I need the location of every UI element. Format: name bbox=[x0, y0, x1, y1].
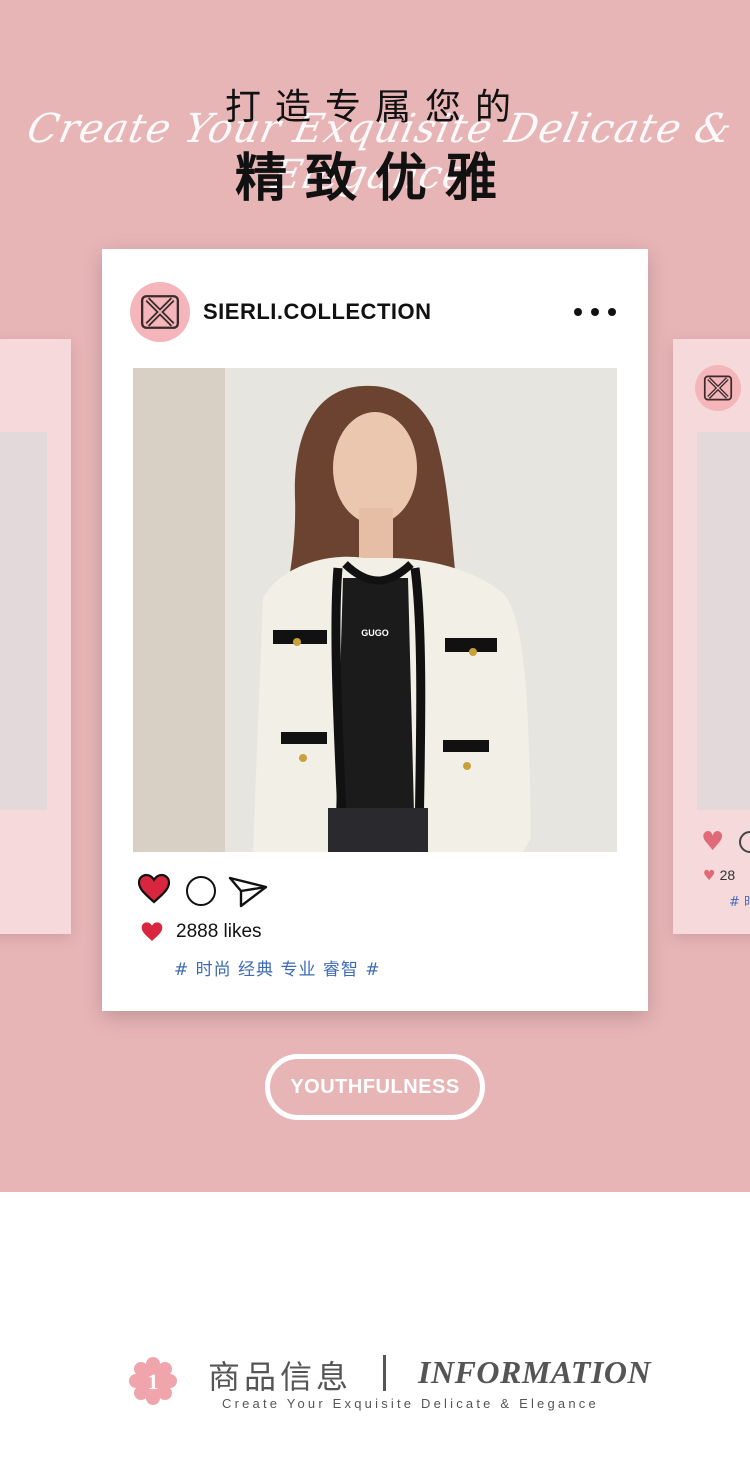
youthfulness-label: YOUTHFULNESS bbox=[290, 1075, 460, 1098]
info-title-en: INFORMATION bbox=[418, 1354, 652, 1390]
side-post-card-right[interactable]: ♥ ♥28 # 时 bbox=[673, 339, 750, 934]
hero-title-line2: 精致优雅 bbox=[234, 149, 515, 209]
likes-heart-icon bbox=[141, 922, 163, 941]
youthfulness-button[interactable]: YOUTHFULNESS bbox=[265, 1054, 485, 1120]
info-section-header: 1 商品信息 INFORMATION Create Your Exquisite… bbox=[0, 1340, 750, 1420]
info-divider bbox=[383, 1355, 386, 1391]
heart-icon[interactable] bbox=[137, 873, 171, 905]
hero-section: 打造专属您的 Create Your Exquisite Delicate & … bbox=[0, 0, 750, 1192]
heart-icon[interactable]: ♥ bbox=[701, 827, 724, 857]
info-title-cn: 商品信息 bbox=[208, 1358, 353, 1396]
info-subtitle: Create Your Exquisite Delicate & Eleganc… bbox=[222, 1396, 599, 1411]
side-post-likes: ♥ 28 bbox=[703, 867, 736, 884]
side-post-card-left[interactable] bbox=[0, 339, 71, 934]
comment-icon[interactable] bbox=[739, 831, 750, 853]
send-icon[interactable] bbox=[228, 875, 268, 909]
more-horizontal-icon[interactable] bbox=[574, 301, 616, 323]
post-photo: GUGO bbox=[133, 368, 617, 852]
photo-print-text: GUGO bbox=[361, 628, 389, 638]
post-card: SIERLI.COLLECTION GUGO 2888 likes # 时尚 经… bbox=[102, 249, 648, 1011]
likes-count[interactable]: 2888 likes bbox=[176, 921, 262, 943]
post-hashtags[interactable]: # 时尚 经典 专业 睿智 # bbox=[174, 955, 381, 980]
comment-icon[interactable] bbox=[186, 876, 216, 906]
side-post-photo bbox=[697, 432, 750, 810]
flower-badge-icon: 1 bbox=[129, 1357, 177, 1405]
badge-number: 1 bbox=[148, 1369, 159, 1394]
brand-logo-icon bbox=[695, 365, 741, 411]
side-post-photo bbox=[0, 432, 47, 810]
side-post-tags: # 时 bbox=[729, 895, 750, 910]
post-username[interactable]: SIERLI.COLLECTION bbox=[203, 299, 432, 325]
likes-row: 2888 likes bbox=[140, 921, 262, 943]
brand-logo-icon[interactable] bbox=[130, 282, 190, 342]
hero-title-line1: 打造专属您的 bbox=[224, 87, 525, 128]
